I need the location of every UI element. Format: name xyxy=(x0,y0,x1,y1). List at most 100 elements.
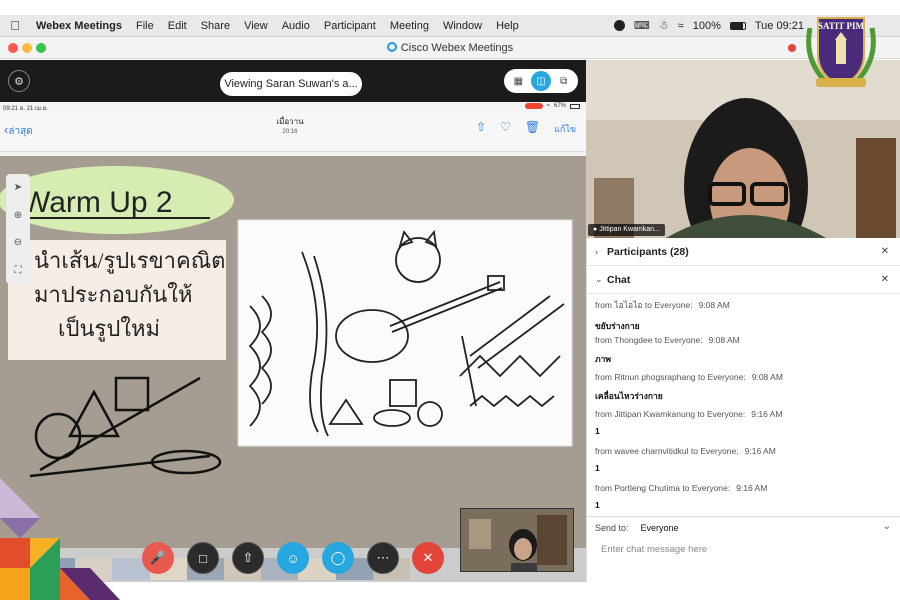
trash-icon[interactable]: 🗑 xyxy=(525,120,540,136)
accessibility-icon[interactable]: ☃ xyxy=(659,19,669,32)
keyboard-icon[interactable]: ⌨ xyxy=(634,19,650,32)
fit-screen-icon[interactable]: ⛶ xyxy=(15,265,22,276)
chat-message-meta: from Ritnun phogsraphang to Everyone: 9:0… xyxy=(595,372,893,382)
mute-button[interactable]: 🎤 xyxy=(142,542,174,574)
note-title: เมื่อวาน xyxy=(276,117,304,126)
more-icon: ⋯ xyxy=(376,550,390,565)
chat-message: from wavee charnvitidkul to Everyone: 9:1… xyxy=(595,446,893,483)
speaker-name: Jittipan Kwamkan... xyxy=(599,226,660,233)
share-screen-button[interactable]: ⇧ xyxy=(232,542,264,574)
instruction-line-2: มาประกอบกันให้ xyxy=(34,282,193,307)
note-time: 20:16 xyxy=(282,129,298,135)
apple-icon[interactable]:  xyxy=(8,18,22,33)
participants-button[interactable]: ☺ xyxy=(277,542,309,574)
chat-text: เคลื่อนไหวร่างกาย xyxy=(595,391,663,401)
notes-back-button[interactable]: ‹ล่าสุด xyxy=(4,122,33,139)
wifi-icon[interactable]: ≈ xyxy=(678,20,684,32)
layout-stack-icon[interactable]: ⧉ xyxy=(554,71,574,91)
zoom-in-icon[interactable]: ⊕ xyxy=(14,210,22,221)
mac-menubar:  Webex Meetings File Edit Share View Au… xyxy=(0,15,900,37)
pointer-icon[interactable]: ➤ xyxy=(14,182,22,193)
chat-button[interactable]: ◯ xyxy=(322,542,354,574)
chevron-down-icon[interactable]: ⌄ xyxy=(883,521,891,532)
menu-file[interactable]: File xyxy=(136,20,154,32)
instruction-line-3: เป็นรูปใหม่ xyxy=(58,314,160,342)
school-seal-logo: SATIT PIM xyxy=(802,14,880,92)
close-participants-icon[interactable]: ✕ xyxy=(881,246,889,257)
more-options-button[interactable]: ⋯ xyxy=(367,542,399,574)
ipad-battery-percent: 67% xyxy=(553,103,566,109)
chat-message-meta: from Jittipan Kwamkanung to Everyone: 9:1… xyxy=(595,409,893,419)
heart-icon[interactable]: ♡ xyxy=(500,120,511,136)
seal-text: SATIT PIM xyxy=(818,21,864,31)
chat-text: 1 xyxy=(595,463,600,473)
video-button[interactable]: □ xyxy=(187,542,219,574)
end-meeting-button[interactable]: ✕ xyxy=(412,542,444,574)
self-view-video[interactable] xyxy=(460,508,574,572)
share-icon[interactable]: ⇧ xyxy=(476,120,486,136)
layout-side-by-side-icon[interactable]: ◫ xyxy=(530,71,551,91)
webex-status-icon[interactable] xyxy=(613,20,625,31)
menu-window[interactable]: Window xyxy=(443,20,482,32)
chat-message: from ไอไอไอ to Everyone: 9:08 AM ขยับร่าง… xyxy=(595,298,893,335)
send-to-row: Send to: Everyone ⌄ xyxy=(587,516,900,538)
menu-share[interactable]: Share xyxy=(201,20,230,32)
speaker-name-tag: ● Jittipan Kwamkan... xyxy=(588,224,665,236)
menu-edit[interactable]: Edit xyxy=(168,20,187,32)
notes-back-label: ล่าสุด xyxy=(8,126,33,137)
chat-bubble-icon: ◯ xyxy=(330,550,346,565)
chat-message-meta: from ไอไอไอ to Everyone: 9:08 AM xyxy=(595,298,893,312)
microphone-off-icon: 🎤 xyxy=(149,550,167,565)
note-title-area: เมื่อวาน 20:16 xyxy=(250,116,330,138)
send-to-select[interactable]: Everyone xyxy=(641,523,679,533)
chat-header[interactable]: ⌄ Chat ✕ xyxy=(587,266,900,294)
chat-text: ภาพ xyxy=(595,354,611,364)
menu-meeting[interactable]: Meeting xyxy=(390,20,429,32)
notes-actions: ⇧ ♡ 🗑 แก้ไข xyxy=(476,120,576,136)
chevron-right-icon: › xyxy=(595,246,598,257)
ipad-wifi-icon: ≈ xyxy=(546,103,550,109)
chat-text: ขยับร่างกาย xyxy=(595,321,640,331)
chat-text: 1 xyxy=(595,500,600,510)
chat-input[interactable]: Enter chat message here xyxy=(601,544,707,555)
chat-sender: from wavee charnvitidkul to Everyone: xyxy=(595,446,739,456)
window-titlebar: Cisco Webex Meetings xyxy=(0,37,900,59)
notes-nav-bar: ‹ล่าสุด เมื่อวาน 20:16 ⇧ ♡ 🗑 แก้ไข xyxy=(0,112,586,152)
close-chat-icon[interactable]: ✕ xyxy=(881,274,889,285)
chat-message: from Portleng Chutima to Everyone: 9:16 A… xyxy=(595,483,893,520)
chat-time: 9:08 AM xyxy=(751,372,783,382)
settings-icon[interactable]: ⚙ xyxy=(8,70,30,92)
seal-graphic: SATIT PIM xyxy=(806,17,876,88)
webex-logo-icon xyxy=(386,42,397,52)
ipad-status-right: ≈ 67% xyxy=(524,103,580,109)
chat-message-meta: from Portleng Chutima to Everyone: 9:16 A… xyxy=(595,483,893,493)
edit-button[interactable]: แก้ไข xyxy=(554,120,576,136)
menu-app-name[interactable]: Webex Meetings xyxy=(36,20,122,32)
battery-icon[interactable] xyxy=(729,21,746,30)
self-view-image xyxy=(461,509,573,571)
viewing-label[interactable]: Viewing Saran Suwan's a... xyxy=(220,72,362,96)
chat-time: 9:08 AM xyxy=(698,300,730,310)
participants-header[interactable]: › Participants (28) ✕ xyxy=(587,238,900,266)
person-icon: ☺ xyxy=(286,550,300,566)
menu-audio[interactable]: Audio xyxy=(282,20,310,32)
menu-help[interactable]: Help xyxy=(496,20,519,32)
screen:  Webex Meetings File Edit Share View Au… xyxy=(0,0,900,600)
side-panel: › Participants (28) ✕ ⌄ Chat ✕ from ไอไอ… xyxy=(586,238,900,582)
record-indicator-icon xyxy=(788,44,796,52)
chat-message-meta: from wavee charnvitidkul to Everyone: 9:1… xyxy=(595,446,893,456)
chat-label: Chat xyxy=(607,273,631,286)
ipad-status-bar: 09:21 อ. 21 เม.ย. ≈ 67% xyxy=(0,102,586,112)
zoom-out-icon[interactable]: ⊖ xyxy=(14,237,22,248)
decorative-color-blocks xyxy=(0,478,130,600)
menu-view[interactable]: View xyxy=(244,20,268,32)
chat-time: 9:16 AM xyxy=(736,483,768,493)
chat-text: 1 xyxy=(595,426,600,436)
layout-grid-icon[interactable]: ▦ xyxy=(508,71,528,91)
send-to-label: Send to: xyxy=(595,522,629,533)
window-title-text: Cisco Webex Meetings xyxy=(400,42,514,54)
clock[interactable]: Tue 09:21 xyxy=(755,20,804,32)
menu-participant[interactable]: Participant xyxy=(324,20,376,32)
screen-record-icon xyxy=(524,103,543,109)
chat-sender: from Jittipan Kwamkanung to Everyone: xyxy=(595,409,746,419)
